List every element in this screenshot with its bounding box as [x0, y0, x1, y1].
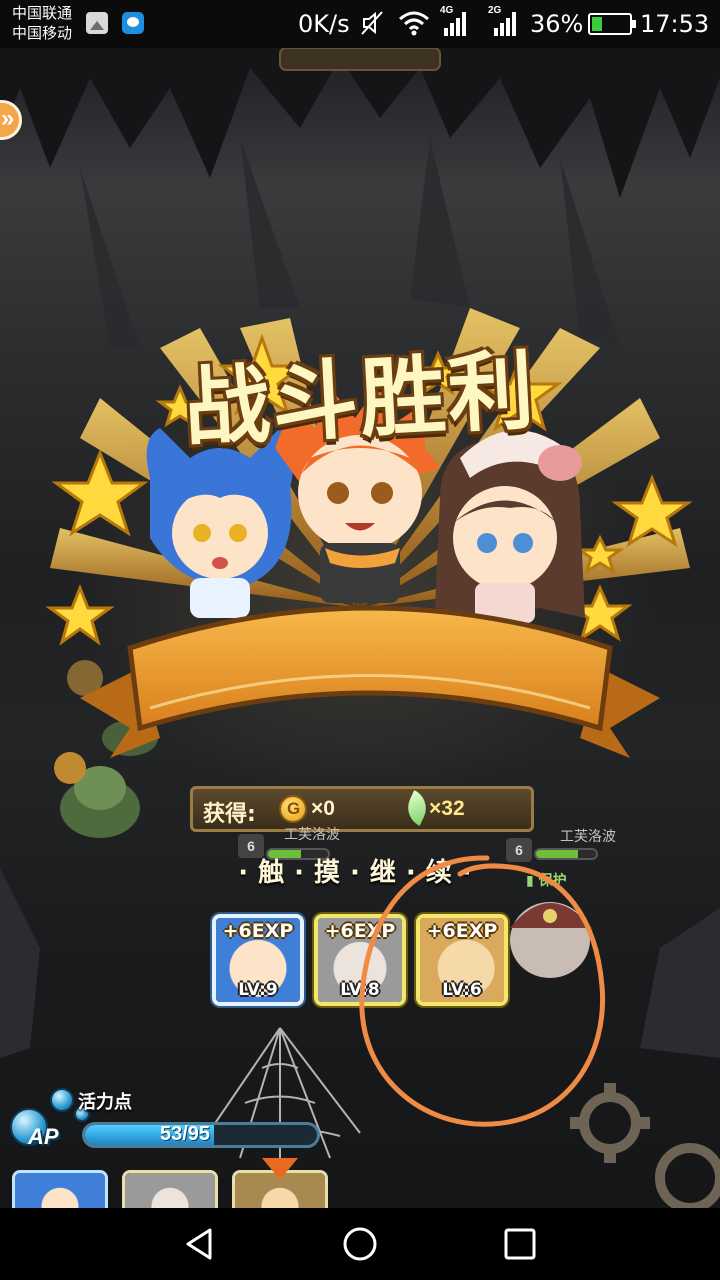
exp-card: +6EXP LV:6 [416, 914, 508, 1006]
wifi-icon [399, 11, 429, 36]
brunette-girl-illustration [435, 430, 585, 623]
exp-card: +6EXP LV:9 [212, 914, 304, 1006]
enemy-name-label: 工芙洛波 [284, 827, 340, 843]
exp-gain-label: +6EXP [324, 920, 396, 942]
party-slot[interactable] [12, 1170, 108, 1208]
carrier-2-label: 中国移动 [12, 25, 73, 42]
enemy-hp-fill [536, 850, 578, 858]
white-haired-portrait [125, 1173, 215, 1208]
battery-percent: 36% [530, 10, 584, 38]
exp-gain-label: +6EXP [426, 920, 498, 942]
level-label: LV:6 [442, 980, 482, 1000]
clock: 17:53 [640, 10, 710, 38]
rewards-label: 获得: [203, 802, 256, 827]
ap-bubble-icon [50, 1088, 74, 1112]
status-bar: 中国联通 中国移动 0K/s 4G 2G 36% 17:53 [0, 0, 720, 48]
gold-coin-icon [279, 795, 307, 823]
victory-title: 战斗胜利 [181, 340, 539, 460]
protect-label: 保护 [538, 873, 567, 889]
gallery-icon [86, 12, 108, 34]
home-circle-icon[interactable] [338, 1222, 382, 1266]
exp-gain-label: +6EXP [222, 920, 294, 942]
network-speed: 0K/s [298, 10, 350, 38]
battery-level-fill [592, 17, 603, 31]
rewards-bar: 获得: ×0 ×32 [190, 786, 534, 832]
victory-ribbon [80, 605, 660, 758]
signal-4g-icon [444, 12, 466, 36]
ap-label-chinese: 活力点 [78, 1092, 132, 1113]
navigation-bar [0, 1208, 720, 1280]
battery-charging-icon [588, 13, 636, 35]
level-label: LV:8 [340, 980, 380, 1000]
signal-2g-icon [494, 12, 516, 36]
selected-slot-arrow-icon [262, 1158, 298, 1180]
enemy-level-badge: 6 [506, 838, 532, 862]
level-label: LV:9 [238, 980, 278, 1000]
blue-catgirl-portrait [15, 1173, 105, 1208]
chat-icon [122, 12, 144, 34]
back-triangle-icon[interactable] [178, 1222, 222, 1266]
enemy-name-label: 工芙洛波 [560, 829, 616, 845]
enemy-hp-bar [534, 848, 598, 860]
ap-label: AP [28, 1124, 59, 1149]
coin-reward-count: ×0 [311, 797, 335, 820]
ap-value: 53/95 [160, 1123, 211, 1145]
battle-result-screen[interactable]: 战斗胜利 获得: ×0 ×32 6 工芙洛波 6 工芙洛波 ▮ 保护 ·触·摸·… [0, 48, 720, 1208]
party-slot[interactable] [122, 1170, 218, 1208]
mute-icon [361, 11, 383, 35]
exp-card: +6EXP LV:8 [314, 914, 406, 1006]
recent-apps-square-icon[interactable] [498, 1222, 542, 1266]
ap-gauge: 活力点 AP 53/95 [10, 1088, 320, 1158]
protect-status-tag: ▮ 保护 [526, 873, 567, 889]
touch-to-continue-prompt[interactable]: ·触·摸·继·续· [220, 852, 500, 889]
carrier-1-label: 中国联通 [12, 5, 73, 22]
feather-icon [401, 790, 433, 826]
feather-reward-count: ×32 [429, 797, 465, 820]
